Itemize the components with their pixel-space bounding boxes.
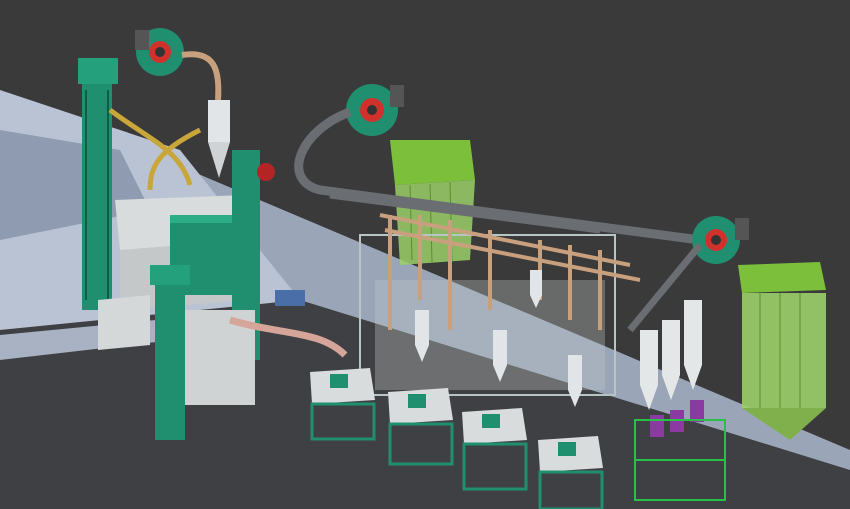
bucket-elevator [155,270,185,440]
sifter-machine [98,295,150,350]
milling-plant-render [0,0,850,509]
motor [275,290,305,306]
pulse-dust-filter [738,262,826,440]
pulley [257,163,275,181]
bucket-elevator-head [78,58,118,84]
